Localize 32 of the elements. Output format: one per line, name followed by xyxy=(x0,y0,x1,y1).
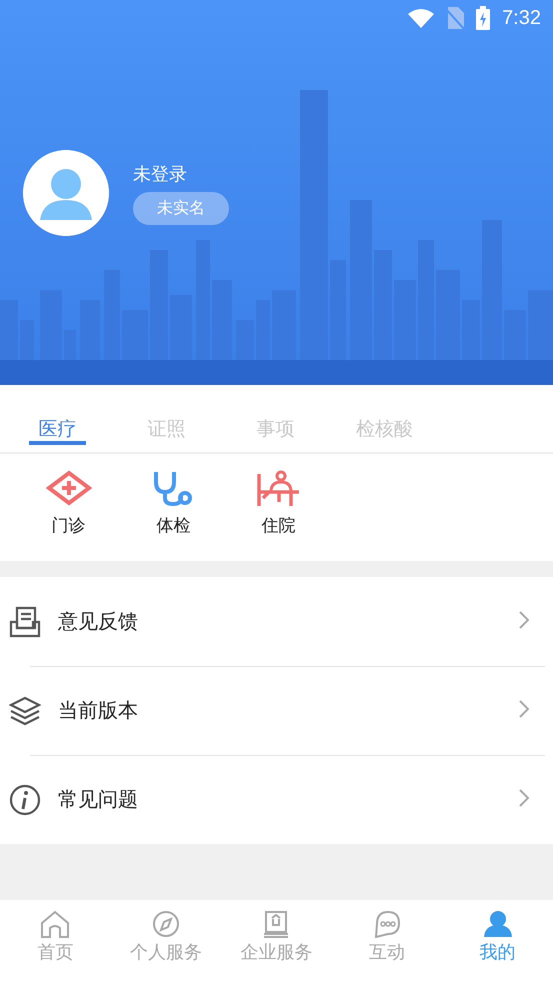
home-icon xyxy=(40,910,70,938)
menu-item[interactable]: 意见反馈 xyxy=(58,608,519,635)
nav-tab[interactable]: 首页 xyxy=(0,900,111,983)
service-label[interactable]: 体检 xyxy=(156,514,190,537)
user-name: 未登录 xyxy=(133,162,188,186)
document-tray-icon xyxy=(9,606,41,638)
verify-badge[interactable]: 未实名 xyxy=(133,192,229,224)
nav-tab[interactable]: 企业服务 xyxy=(221,900,332,983)
service-label[interactable]: 住院 xyxy=(262,514,296,537)
chevron-right-icon xyxy=(519,700,529,718)
nav-tab[interactable]: 我的 xyxy=(442,900,553,983)
no-sim-icon xyxy=(446,7,464,29)
compass-icon xyxy=(152,910,180,938)
service-label[interactable]: 门诊 xyxy=(52,514,86,537)
building-book-icon xyxy=(262,910,290,938)
chat-bubble-icon xyxy=(373,910,402,938)
tab[interactable]: 医疗 xyxy=(10,385,105,453)
plus-diamond-icon xyxy=(46,470,92,506)
menu-item[interactable]: 常见问题 xyxy=(58,786,519,813)
chevron-right-icon xyxy=(519,788,529,806)
battery-icon xyxy=(476,6,490,30)
avatar-icon xyxy=(23,150,109,236)
clock-time: 7:32 xyxy=(502,6,541,30)
wifi-icon xyxy=(408,8,434,28)
nav-tab[interactable]: 互动 xyxy=(332,900,442,983)
nav-tab[interactable]: 个人服务 xyxy=(110,900,222,983)
user-icon xyxy=(482,910,513,938)
menu-item[interactable]: 当前版本 xyxy=(58,697,519,724)
info-icon xyxy=(9,784,41,816)
chevron-right-icon xyxy=(519,610,529,628)
layers-icon xyxy=(9,696,41,726)
hospital-bed-icon xyxy=(256,470,300,506)
